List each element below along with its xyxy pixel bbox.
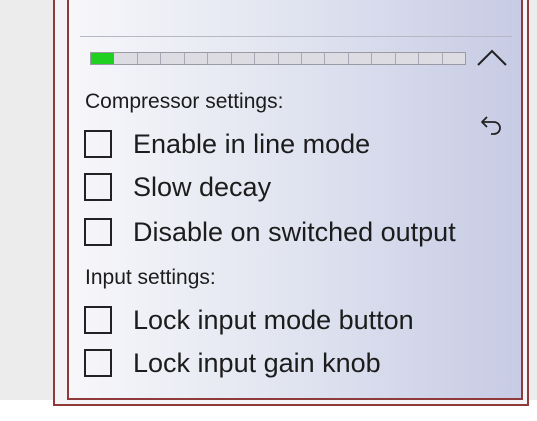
meter-segment [161,53,185,64]
checkbox-box[interactable] [84,306,112,334]
collapse-button[interactable] [474,44,510,70]
checkbox-box[interactable] [84,173,112,201]
meter-segment [137,53,162,64]
enable-line-mode-checkbox[interactable]: Enable in line mode [84,127,370,161]
meter-segment [231,53,256,64]
meter-segment-lit [91,53,115,64]
meter-segment [395,53,420,64]
meter-segment [419,53,443,64]
meter-segment [208,53,232,64]
meter-segment [278,53,302,64]
checkbox-box[interactable] [84,349,112,377]
divider [80,36,512,37]
undo-button[interactable] [478,110,506,138]
slow-decay-checkbox[interactable]: Slow decay [84,170,271,204]
checkbox-label: Lock input mode button [133,304,414,335]
meter-segment [372,53,396,64]
meter-segment [184,53,209,64]
meter-segment [325,53,349,64]
meter-segment [255,53,279,64]
lock-input-gain-checkbox[interactable]: Lock input gain knob [84,346,381,380]
input-settings-heading: Input settings: [85,266,216,289]
meter-segment [348,53,373,64]
checkbox-box[interactable] [84,218,112,246]
checkbox-label: Enable in line mode [133,128,371,159]
disable-switched-output-checkbox[interactable]: Disable on switched output [84,215,456,249]
chevron-up-icon [477,49,507,66]
checkbox-label: Slow decay [133,171,272,202]
checkbox-label: Lock input gain knob [133,347,381,378]
lock-input-mode-checkbox[interactable]: Lock input mode button [84,303,414,337]
meter-segment [114,53,138,64]
compressor-settings-heading: Compressor settings: [85,90,284,113]
undo-arrow-icon [481,116,501,135]
checkbox-label: Disable on switched output [133,216,456,247]
checkbox-box[interactable] [84,130,112,158]
level-meter [90,52,466,65]
meter-segment [442,53,465,64]
meter-segment [301,53,326,64]
